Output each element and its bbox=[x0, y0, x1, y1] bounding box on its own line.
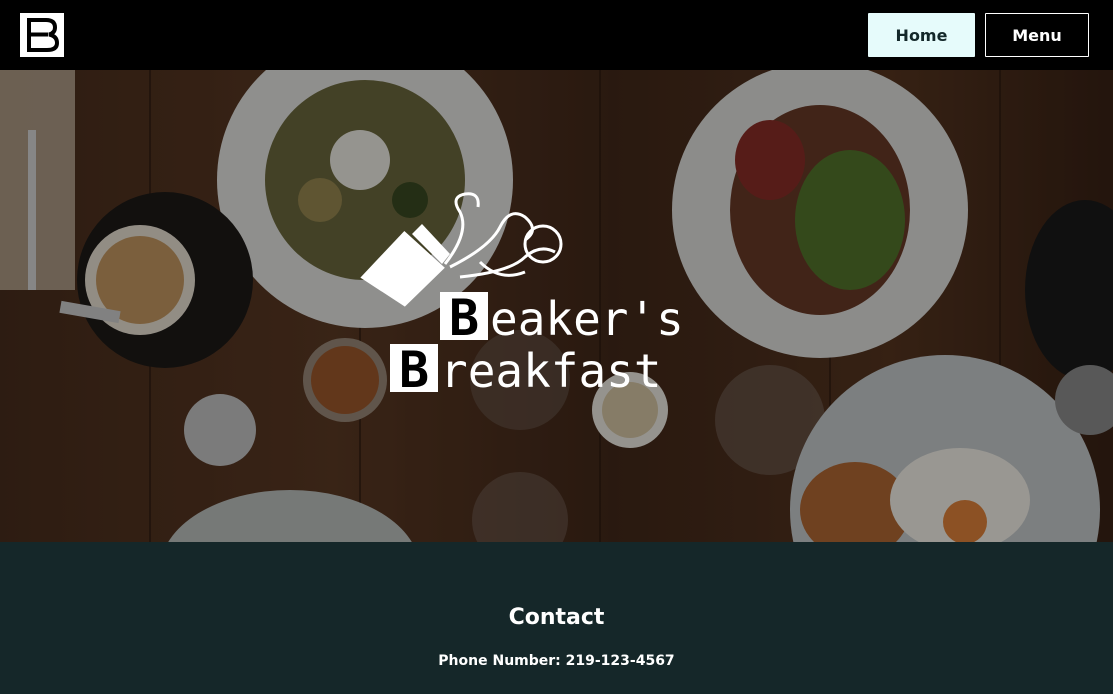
hero-section: B eaker's B reakfast bbox=[0, 70, 1113, 542]
beakers-breakfast-logo: B eaker's B reakfast bbox=[360, 192, 684, 399]
svg-text:eaker's: eaker's bbox=[490, 292, 684, 346]
top-navbar: Home Menu bbox=[0, 0, 1113, 70]
phone-number-text: Phone Number: 219-123-4567 bbox=[438, 653, 675, 669]
contact-title: Contact bbox=[508, 605, 605, 630]
home-button[interactable]: Home bbox=[868, 13, 975, 57]
svg-text:B: B bbox=[399, 341, 429, 399]
svg-text:reakfast: reakfast bbox=[440, 344, 662, 398]
svg-text:B: B bbox=[449, 289, 479, 347]
beakers-b-logo-icon[interactable] bbox=[20, 13, 64, 57]
menu-button[interactable]: Menu bbox=[985, 13, 1089, 57]
contact-section: Contact Phone Number: 219-123-4567 bbox=[0, 542, 1113, 694]
